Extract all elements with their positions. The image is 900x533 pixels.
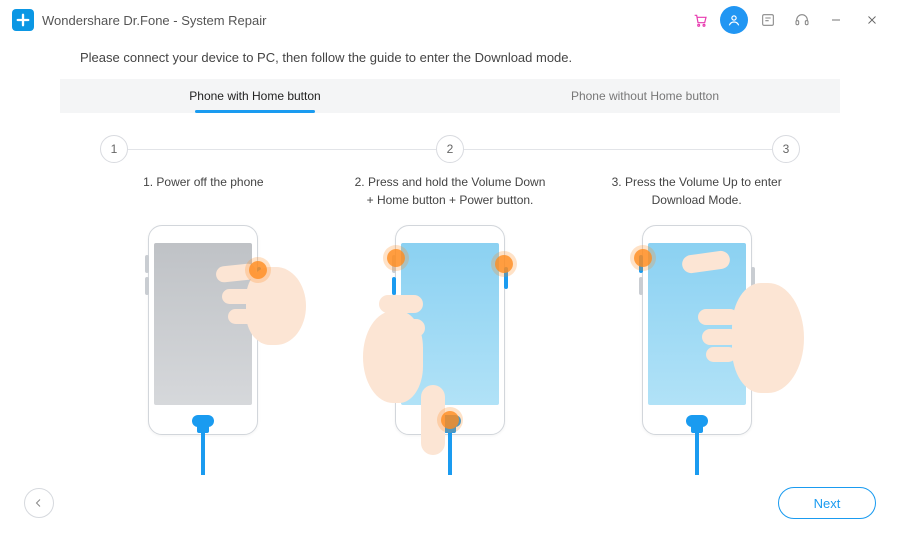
step-caption-2: 2. Press and hold the Volume Down + Home… <box>327 173 574 219</box>
illustrations-row <box>60 219 840 435</box>
step-number-1: 1 <box>100 135 128 163</box>
back-button[interactable] <box>24 488 54 518</box>
title-bar: Wondershare Dr.Fone - System Repair <box>0 0 900 40</box>
step2-illustration <box>327 225 574 435</box>
touch-highlight-icon <box>249 261 267 279</box>
touch-highlight-icon <box>634 249 652 267</box>
device-type-tabs: Phone with Home button Phone without Hom… <box>60 79 840 113</box>
next-button[interactable]: Next <box>778 487 876 519</box>
app-logo-icon <box>12 9 34 31</box>
step1-illustration <box>80 225 327 435</box>
feedback-icon[interactable] <box>754 6 782 34</box>
usb-cable-icon <box>448 431 452 475</box>
window-minimize-button[interactable] <box>820 6 852 34</box>
phone-icon <box>148 225 258 435</box>
step-caption-1: 1. Power off the phone <box>80 173 327 219</box>
tab-label: Phone without Home button <box>571 89 719 103</box>
step-connector <box>464 149 772 150</box>
instruction-text: Please connect your device to PC, then f… <box>60 40 840 79</box>
support-headset-icon[interactable] <box>788 6 816 34</box>
window-close-button[interactable] <box>856 6 888 34</box>
step-captions-row: 1. Power off the phone 2. Press and hold… <box>60 173 840 219</box>
touch-highlight-icon <box>495 255 513 273</box>
phone-icon <box>395 225 505 435</box>
usb-cable-icon <box>695 431 699 475</box>
next-button-label: Next <box>814 496 841 511</box>
content-area: Please connect your device to PC, then f… <box>0 40 900 473</box>
touch-highlight-icon <box>441 411 459 429</box>
tab-without-home[interactable]: Phone without Home button <box>450 79 840 113</box>
step-indicator-row: 1 2 3 <box>60 121 840 173</box>
app-window: Wondershare Dr.Fone - System Repair Plea… <box>0 0 900 533</box>
step-caption-3: 3. Press the Volume Up to enter Download… <box>573 173 820 219</box>
touch-highlight-icon <box>387 249 405 267</box>
tab-label: Phone with Home button <box>189 89 320 103</box>
usb-cable-icon <box>201 431 205 475</box>
step3-illustration <box>573 225 820 435</box>
user-account-icon[interactable] <box>720 6 748 34</box>
step-connector <box>128 149 436 150</box>
step-number-2: 2 <box>436 135 464 163</box>
footer-bar: Next <box>0 473 900 533</box>
tab-with-home[interactable]: Phone with Home button <box>60 79 450 113</box>
cart-icon[interactable] <box>686 6 714 34</box>
phone-icon <box>642 225 752 435</box>
step-number-3: 3 <box>772 135 800 163</box>
app-title: Wondershare Dr.Fone - System Repair <box>42 13 266 28</box>
